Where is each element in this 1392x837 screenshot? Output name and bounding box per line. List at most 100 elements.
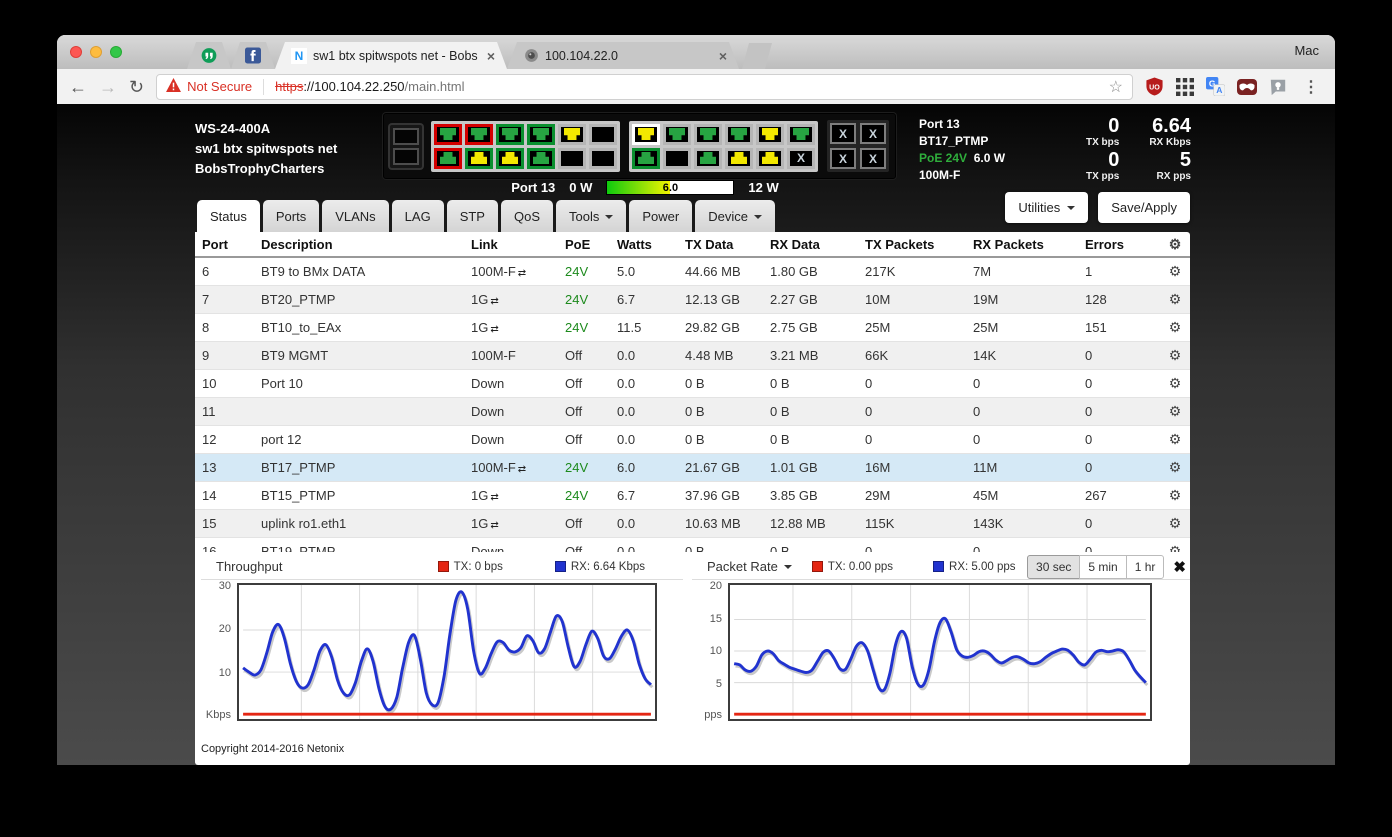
port-12[interactable]: [589, 147, 617, 169]
table-row-port-10[interactable]: 10 Port 10 Down Off 0.0 0 B 0 B 0 0 0 ⚙: [195, 370, 1190, 398]
row-settings-gear-icon[interactable]: ⚙: [1160, 487, 1190, 504]
port-8[interactable]: [527, 147, 555, 169]
port-2[interactable]: [434, 147, 462, 169]
table-row-port-9[interactable]: 9 BT9 MGMT 100M-F Off 0.0 4.48 MB 3.21 MB 66K 14…: [195, 342, 1190, 370]
row-settings-gear-icon[interactable]: ⚙: [1160, 543, 1190, 552]
port-sfp-2[interactable]: X: [860, 123, 886, 144]
port-13[interactable]: [632, 123, 660, 145]
tab-status[interactable]: Status: [197, 200, 260, 232]
chrome-menu-icon[interactable]: ⋮: [1299, 77, 1323, 97]
ublock-extension-icon[interactable]: UO: [1145, 77, 1164, 96]
tab-close-icon[interactable]: ×: [485, 48, 497, 64]
port-10[interactable]: [558, 147, 586, 169]
device-info: WS-24-400A sw1 btx spitwspots net BobsTr…: [195, 119, 337, 179]
port-7[interactable]: [527, 123, 555, 145]
table-row-port-13[interactable]: 13 BT17_PTMP 100M-F ⇄ 24V 6.0 21.67 GB 1.01 GB 1…: [195, 454, 1190, 482]
row-settings-gear-icon[interactable]: ⚙: [1160, 403, 1190, 420]
tab-ports[interactable]: Ports: [262, 200, 320, 232]
port-1[interactable]: [434, 123, 462, 145]
throughput-title: Throughput: [216, 559, 283, 574]
cell-rx-data: 0 B: [770, 376, 790, 391]
zoom-window-button[interactable]: [110, 46, 122, 58]
apps-grid-icon[interactable]: [1176, 77, 1194, 96]
port-20[interactable]: [725, 147, 753, 169]
cell-tx-packets: 0: [865, 376, 873, 391]
port-aux-bottom[interactable]: [393, 147, 419, 165]
row-settings-gear-icon[interactable]: ⚙: [1160, 319, 1190, 336]
table-row-port-11[interactable]: 11 Down Off 0.0 0 B 0 B 0 0 0 ⚙: [195, 398, 1190, 426]
tab-power[interactable]: Power: [629, 200, 693, 232]
cell-port: 14: [202, 488, 217, 503]
port-21[interactable]: [756, 123, 784, 145]
chart-close-icon[interactable]: ✖: [1173, 558, 1186, 576]
range-button-1-hr[interactable]: 1 hr: [1125, 554, 1165, 579]
port-6[interactable]: [496, 147, 524, 169]
save-apply-button[interactable]: Save/Apply: [1098, 192, 1190, 223]
tab-lag[interactable]: LAG: [391, 200, 444, 232]
pinned-tab-hangouts[interactable]: [187, 42, 231, 69]
table-row-port-14[interactable]: 14 BT15_PTMP 1G ⇄ 24V 6.7 37.96 GB 3.85 GB 29M 45…: [195, 482, 1190, 510]
tab-device[interactable]: Device: [695, 200, 775, 232]
privacy-mask-extension-icon[interactable]: [1237, 78, 1257, 95]
port-16[interactable]: [663, 147, 691, 169]
port-19[interactable]: [725, 123, 753, 145]
new-tab-button[interactable]: [742, 43, 772, 69]
port-sfp-3[interactable]: X: [830, 148, 856, 169]
table-row-port-15[interactable]: 15 uplink ro1.eth1 1G ⇄ Off 0.0 10.63 MB 12.88 …: [195, 510, 1190, 538]
port-14[interactable]: [632, 147, 660, 169]
close-window-button[interactable]: [70, 46, 82, 58]
row-settings-gear-icon[interactable]: ⚙: [1160, 515, 1190, 532]
y-tick-label: 5: [715, 677, 722, 690]
url-scheme: https: [275, 79, 304, 94]
port-18[interactable]: [694, 147, 722, 169]
port-23[interactable]: [787, 123, 815, 145]
range-button-30-sec[interactable]: 30 sec: [1027, 554, 1081, 579]
tab-stp[interactable]: STP: [446, 200, 498, 232]
port-15[interactable]: [663, 123, 691, 145]
row-settings-gear-icon[interactable]: ⚙: [1160, 375, 1190, 392]
cell-rx-packets: 14K: [973, 348, 997, 363]
minimize-window-button[interactable]: [90, 46, 102, 58]
browser-tab-secondary[interactable]: 100.104.22.0 ×: [507, 42, 739, 69]
tab-close-icon[interactable]: ×: [717, 48, 729, 64]
cell-tx-data: 0 B: [685, 376, 705, 391]
table-settings-gear-icon[interactable]: ⚙: [1160, 236, 1190, 253]
row-settings-gear-icon[interactable]: ⚙: [1160, 431, 1190, 448]
port-22[interactable]: [756, 147, 784, 169]
tab-tools[interactable]: Tools: [556, 200, 627, 232]
port-sfp-4[interactable]: X: [860, 148, 886, 169]
utilities-button[interactable]: Utilities: [1005, 192, 1089, 223]
row-settings-gear-icon[interactable]: ⚙: [1160, 263, 1190, 280]
port-11[interactable]: [589, 123, 617, 145]
row-settings-gear-icon[interactable]: ⚙: [1160, 459, 1190, 476]
table-row-port-12[interactable]: 12 port 12 Down Off 0.0 0 B 0 B 0 0 0 ⚙: [195, 426, 1190, 454]
port-aux-top[interactable]: [393, 127, 419, 145]
lightbulb-extension-icon[interactable]: [1269, 78, 1287, 96]
port-24[interactable]: X: [787, 147, 815, 169]
row-settings-gear-icon[interactable]: ⚙: [1160, 347, 1190, 364]
port-5[interactable]: [496, 123, 524, 145]
port-9[interactable]: [558, 123, 586, 145]
pinned-tab-facebook[interactable]: [231, 42, 275, 69]
port-17[interactable]: [694, 123, 722, 145]
table-row-port-8[interactable]: 8 BT10_to_EAx 1G ⇄ 24V 11.5 29.82 GB 2.75 GB 25M…: [195, 314, 1190, 342]
table-row-port-7[interactable]: 7 BT20_PTMP 1G ⇄ 24V 6.7 12.13 GB 2.27 GB 10M 19M…: [195, 286, 1190, 314]
back-icon[interactable]: ←: [69, 78, 87, 96]
tab-qos[interactable]: QoS: [500, 200, 553, 232]
address-bar[interactable]: Not Secure https://100.104.22.250/main.h…: [156, 73, 1133, 100]
port-group-13-24: X: [629, 120, 818, 172]
table-row-port-6[interactable]: 6 BT9 to BMx DATA 100M-F ⇄ 24V 5.0 44.66 MB 1.8…: [195, 258, 1190, 286]
bookmark-star-icon[interactable]: ☆: [1109, 77, 1123, 97]
forward-icon[interactable]: →: [99, 78, 117, 96]
browser-tab-netonix[interactable]: N sw1 btx spitwspots net - Bobs ×: [275, 42, 507, 69]
port-sfp-1[interactable]: X: [830, 123, 856, 144]
range-button-5-min[interactable]: 5 min: [1079, 554, 1127, 579]
translate-extension-icon[interactable]: GA: [1206, 77, 1225, 96]
reload-icon[interactable]: ↻: [129, 78, 144, 96]
tab-vlans[interactable]: VLANs: [322, 200, 389, 232]
packet-rate-title[interactable]: Packet Rate: [707, 559, 792, 574]
port-4[interactable]: [465, 147, 493, 169]
row-settings-gear-icon[interactable]: ⚙: [1160, 291, 1190, 308]
port-3[interactable]: [465, 123, 493, 145]
table-row-port-16[interactable]: 16 BT19_PTMP Down Off 0.0 0 B 0 B 0 0 0 ⚙: [195, 538, 1190, 552]
